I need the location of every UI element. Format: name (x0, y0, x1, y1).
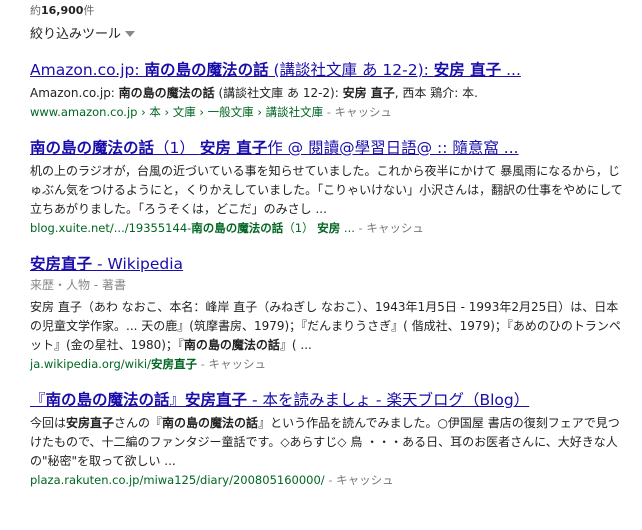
highlighted-term: 安房 (317, 221, 341, 235)
cache-link[interactable]: キャッシュ (336, 473, 394, 487)
text-segment: plaza.rakuten.co.jp/miwa125/diary/200805… (30, 473, 325, 487)
search-tools-label: 絞り込みツール (30, 27, 122, 42)
text-segment: - Wikipedia (92, 255, 184, 273)
sitelink[interactable]: 著書 (102, 278, 126, 292)
separator: - (354, 221, 367, 235)
dropdown-caret-icon (125, 30, 136, 37)
result-url-line: www.amazon.co.jp › 本 › 文庫 › 一般文庫 › 講談社文庫… (30, 103, 630, 121)
text-segment: (講談社文庫 あ 12-2): (268, 61, 434, 79)
highlighted-term: 南の島の魔法の話 (183, 338, 280, 352)
text-segment: 安房 直子（あわ なおこ、本名：峰岸 直子（みねぎし なおこ）、1943年1月5… (30, 300, 621, 352)
result-url-line: plaza.rakuten.co.jp/miwa125/diary/200805… (30, 471, 630, 489)
result-count: 16,900 (41, 4, 84, 17)
highlighted-term: 南の島の魔法の話 (45, 391, 170, 409)
text-segment: 机の上のラジオが，台風の近づいている事を知らせていました。これから夜半にかけて … (30, 164, 623, 216)
result-url-line: blog.xuite.net/.../19355144-南の島の魔法の話（1） … (30, 219, 630, 237)
highlighted-term: 安房直子 (151, 357, 197, 371)
cache-link[interactable]: キャッシュ (208, 357, 266, 371)
search-result: Amazon.co.jp: 南の島の魔法の話 (講談社文庫 あ 12-2): 安… (30, 60, 630, 121)
highlighted-term: 安房 直子 (433, 61, 502, 79)
text-segment: ... (501, 61, 521, 79)
sitelinks: 来歴・人物 - 著書 (30, 276, 630, 294)
result-url: www.amazon.co.jp › 本 › 文庫 › 一般文庫 › 講談社文庫 (30, 105, 323, 119)
result-stats: 約16,900件 (30, 4, 95, 17)
text-segment: (講談社文庫 あ 12-2): (214, 86, 343, 100)
text-segment: ja.wikipedia.org/wiki/ (30, 357, 151, 371)
separator: - (90, 278, 102, 292)
result-snippet: 今回は安房直子さんの『南の島の魔法の話』という作品を読んでみました。○伊国屋 書… (30, 414, 630, 471)
text-segment: さんの『 (114, 416, 163, 430)
text-segment: 』 (169, 391, 186, 409)
text-segment: （1） (154, 139, 200, 157)
result-url: ja.wikipedia.org/wiki/安房直子 (30, 357, 197, 371)
separator: - (323, 105, 335, 119)
highlighted-term: 南の島の魔法の話 (30, 139, 155, 157)
result-url-line: ja.wikipedia.org/wiki/安房直子 - キャッシュ (30, 355, 630, 373)
text-segment: www.amazon.co.jp › 本 › 文庫 › 一般文庫 › 講談社文庫 (30, 105, 324, 119)
search-result: 『南の島の魔法の話』安房直子 - 本を読みましょ - 楽天ブログ（Blog） 今回… (30, 390, 630, 489)
search-tools-button[interactable]: 絞り込みツール (30, 23, 136, 42)
text-segment: 今回は (30, 416, 67, 430)
separator: - (197, 357, 209, 371)
result-snippet: Amazon.co.jp: 南の島の魔法の話 (講談社文庫 あ 12-2): 安… (30, 84, 630, 103)
highlighted-term: 安房直子 (185, 391, 248, 409)
highlighted-term: 南の島の魔法の話 (118, 86, 215, 100)
search-result: 安房直子 - Wikipedia 来歴・人物 - 著書 安房 直子（あわ なおこ、本… (30, 254, 630, 373)
highlighted-term: 安房 直子 (342, 86, 395, 100)
text-segment: 『 (30, 391, 46, 409)
highlighted-term: の話 (237, 61, 269, 79)
text-segment: 作 @ 閱讀@學習日語@ :: 隨意窩 ... (267, 139, 519, 157)
highlighted-term: 魔法 (206, 61, 238, 79)
result-title-link[interactable]: 『南の島の魔法の話』安房直子 - 本を読みましょ - 楽天ブログ（Blog） (30, 390, 630, 410)
result-title-link[interactable]: Amazon.co.jp: 南の島の魔法の話 (講談社文庫 あ 12-2): 安… (30, 60, 630, 80)
text-segment: - 本を読みましょ - 楽天ブログ（Blog） (247, 391, 530, 409)
result-url: blog.xuite.net/.../19355144-南の島の魔法の話（1） … (30, 221, 355, 235)
highlighted-term: 南の島の魔法の話 (191, 221, 284, 235)
cache-link[interactable]: キャッシュ (335, 105, 393, 119)
text-segment: blog.xuite.net/.../19355144- (30, 221, 192, 235)
result-url: plaza.rakuten.co.jp/miwa125/diary/200805… (30, 473, 325, 487)
highlighted-term: 安房直子 (66, 416, 115, 430)
text-segment: , 西本 鶏介: 本. (394, 86, 478, 100)
text-segment: 』( ... (279, 338, 312, 352)
text-segment: ... (340, 221, 355, 235)
highlighted-term: 安房 直子 (199, 139, 268, 157)
highlighted-term: 南の島の (144, 61, 207, 79)
search-results: Amazon.co.jp: 南の島の魔法の話 (講談社文庫 あ 12-2): 安… (30, 60, 630, 506)
text-segment: Amazon.co.jp: (30, 61, 145, 79)
result-snippet: 安房 直子（あわ なおこ、本名：峰岸 直子（みねぎし なおこ）、1943年1月5… (30, 298, 630, 355)
text-segment: Amazon.co.jp: (30, 86, 119, 100)
separator: - (324, 473, 337, 487)
cache-link[interactable]: キャッシュ (366, 221, 424, 235)
text-segment: （1） (283, 221, 318, 235)
sitelink[interactable]: 来歴・人物 (30, 278, 90, 292)
result-title-link[interactable]: 安房直子 - Wikipedia (30, 254, 630, 274)
result-snippet: 机の上のラジオが，台風の近づいている事を知らせていました。これから夜半にかけて … (30, 162, 630, 219)
highlighted-term: 安房直子 (30, 255, 93, 273)
search-result: 南の島の魔法の話（1） 安房 直子作 @ 閱讀@學習日語@ :: 隨意窩 ...… (30, 138, 630, 237)
result-title-link[interactable]: 南の島の魔法の話（1） 安房 直子作 @ 閱讀@學習日語@ :: 隨意窩 ... (30, 138, 630, 158)
highlighted-term: 南の島の魔法の話 (162, 416, 259, 430)
